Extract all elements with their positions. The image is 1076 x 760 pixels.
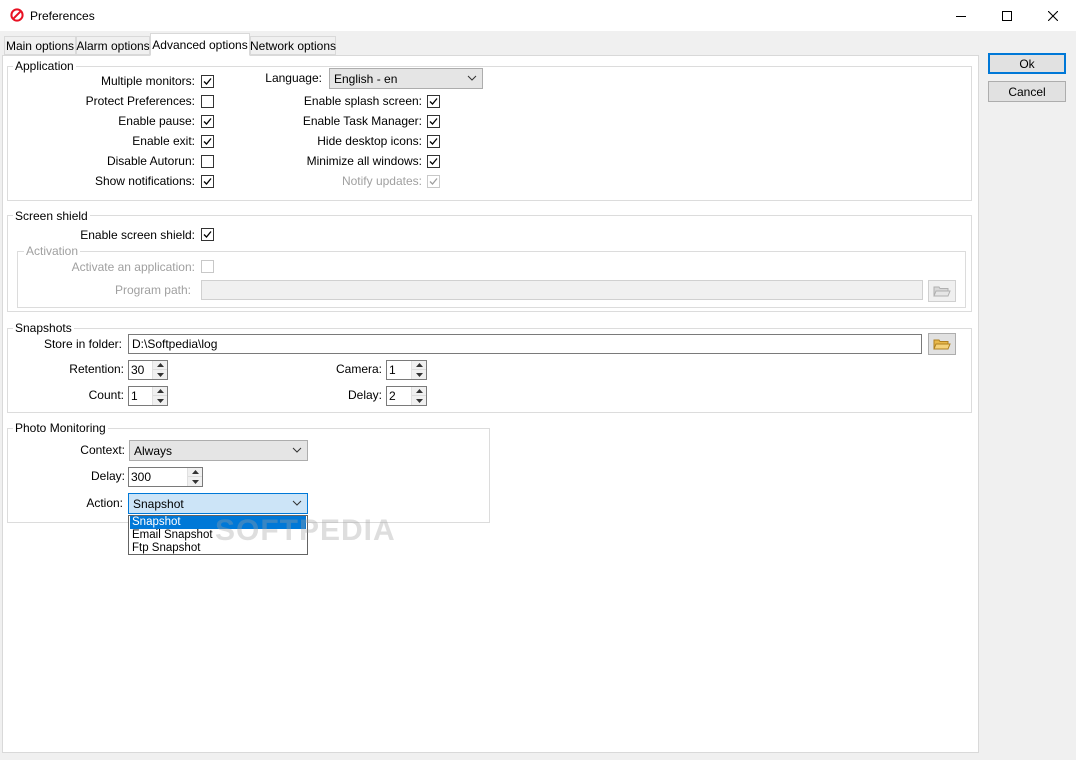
spin-down-icon[interactable] — [412, 370, 426, 379]
retention-label: Retention: — [69, 362, 124, 376]
open-folder-icon — [933, 339, 951, 350]
program-path-label: Program path: — [114, 283, 191, 297]
spin-up-icon[interactable] — [412, 387, 426, 396]
tab-advanced-options[interactable]: Advanced options — [150, 33, 250, 56]
spin-down-icon[interactable] — [188, 477, 202, 486]
snapshot-delay-spinner[interactable]: 2 — [386, 386, 427, 406]
program-path-browse-button — [928, 280, 956, 302]
minimize-icon — [956, 15, 966, 17]
context-select[interactable]: Always — [129, 440, 308, 461]
count-value: 1 — [131, 389, 138, 403]
maximize-icon — [1002, 10, 1012, 21]
notify-updates-label: Notify updates: — [341, 174, 422, 188]
application-legend: Application — [13, 59, 76, 73]
photo-delay-spinner[interactable]: 300 — [128, 467, 203, 487]
camera-value: 1 — [389, 363, 396, 377]
language-label: Language: — [265, 71, 322, 85]
program-path-input — [201, 280, 923, 300]
app-icon — [10, 8, 24, 22]
action-value: Snapshot — [133, 497, 184, 511]
camera-label: Camera: — [335, 362, 382, 376]
protect-preferences-checkbox[interactable] — [201, 95, 214, 108]
count-spinner[interactable]: 1 — [128, 386, 168, 406]
ok-button[interactable]: Ok — [988, 53, 1066, 74]
protect-preferences-label: Protect Preferences: — [85, 94, 195, 108]
action-option-email-snapshot[interactable]: Email Snapshot — [130, 529, 306, 542]
enable-splash-screen-label: Enable splash screen: — [303, 94, 422, 108]
spin-down-icon[interactable] — [153, 396, 167, 405]
title-bar — [0, 0, 1076, 31]
retention-spinner[interactable]: 30 — [128, 360, 168, 380]
activate-application-checkbox — [201, 260, 214, 273]
activation-legend: Activation — [24, 244, 81, 258]
disable-autorun-checkbox[interactable] — [201, 155, 214, 168]
enable-task-manager-checkbox[interactable] — [427, 115, 440, 128]
activate-application-label: Activate an application: — [71, 260, 195, 274]
maximize-button[interactable] — [984, 0, 1030, 31]
action-option-snapshot[interactable]: Snapshot — [130, 516, 306, 529]
action-dropdown-list: Snapshot Email Snapshot Ftp Snapshot — [128, 515, 308, 555]
spin-up-icon[interactable] — [188, 468, 202, 477]
action-select[interactable]: Snapshot — [128, 493, 308, 514]
store-in-folder-input[interactable]: D:\Softpedia\log — [128, 334, 922, 354]
multiple-monitors-label: Multiple monitors: — [100, 74, 195, 88]
photo-delay-label: Delay: — [90, 469, 125, 483]
multiple-monitors-checkbox[interactable] — [201, 75, 214, 88]
hide-desktop-icons-label: Hide desktop icons: — [317, 134, 422, 148]
chevron-down-icon — [292, 500, 302, 506]
cancel-button[interactable]: Cancel — [988, 81, 1066, 102]
count-label: Count: — [88, 388, 124, 402]
open-folder-icon — [933, 286, 951, 297]
enable-screen-shield-checkbox[interactable] — [201, 228, 214, 241]
enable-screen-shield-label: Enable screen shield: — [80, 228, 195, 242]
tab-network-options[interactable]: Network options — [250, 36, 336, 55]
snapshot-delay-value: 2 — [389, 389, 396, 403]
show-notifications-checkbox[interactable] — [201, 175, 214, 188]
spin-up-icon[interactable] — [153, 387, 167, 396]
enable-task-manager-label: Enable Task Manager: — [302, 114, 422, 128]
close-icon — [1048, 10, 1058, 21]
snapshots-legend: Snapshots — [13, 321, 74, 335]
chevron-down-icon — [292, 447, 302, 453]
spin-down-icon[interactable] — [412, 396, 426, 405]
disable-autorun-label: Disable Autorun: — [106, 154, 195, 168]
tab-alarm-options[interactable]: Alarm options — [76, 36, 150, 55]
action-label: Action: — [86, 496, 123, 510]
store-in-folder-label: Store in folder: — [43, 337, 122, 351]
photo-monitoring-legend: Photo Monitoring — [13, 421, 108, 435]
close-button[interactable] — [1030, 0, 1076, 31]
spin-down-icon[interactable] — [153, 370, 167, 379]
tab-main-options[interactable]: Main options — [4, 36, 76, 55]
action-option-ftp-snapshot[interactable]: Ftp Snapshot — [130, 542, 306, 555]
enable-splash-screen-checkbox[interactable] — [427, 95, 440, 108]
photo-delay-value: 300 — [131, 470, 152, 484]
hide-desktop-icons-checkbox[interactable] — [427, 135, 440, 148]
context-value: Always — [134, 444, 173, 458]
enable-exit-checkbox[interactable] — [201, 135, 214, 148]
retention-value: 30 — [131, 363, 145, 377]
store-folder-browse-button[interactable] — [928, 333, 956, 355]
enable-pause-checkbox[interactable] — [201, 115, 214, 128]
window-title: Preferences — [30, 9, 95, 23]
language-value: English - en — [334, 72, 398, 86]
enable-pause-label: Enable pause: — [118, 114, 195, 128]
spin-up-icon[interactable] — [153, 361, 167, 370]
spin-up-icon[interactable] — [412, 361, 426, 370]
enable-exit-label: Enable exit: — [132, 134, 195, 148]
chevron-down-icon — [467, 75, 477, 81]
minimize-button[interactable] — [938, 0, 984, 31]
minimize-all-windows-checkbox[interactable] — [427, 155, 440, 168]
language-select[interactable]: English - en — [329, 68, 483, 89]
camera-spinner[interactable]: 1 — [386, 360, 427, 380]
snapshot-delay-label: Delay: — [347, 388, 382, 402]
show-notifications-label: Show notifications: — [94, 174, 195, 188]
minimize-all-windows-label: Minimize all windows: — [306, 154, 422, 168]
context-label: Context: — [80, 443, 125, 457]
notify-updates-checkbox — [427, 175, 440, 188]
screen-shield-legend: Screen shield — [13, 209, 90, 223]
